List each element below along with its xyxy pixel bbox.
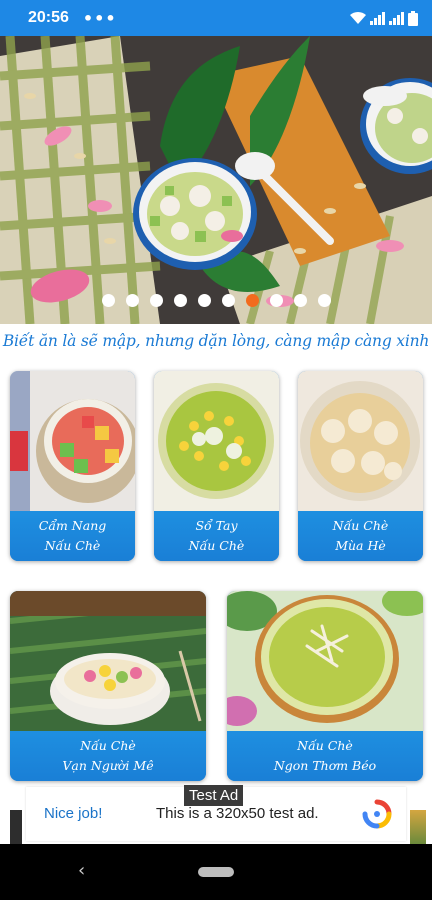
- card-label: Cẩm Nang Nấu Chè: [10, 511, 135, 561]
- card-image: [227, 591, 423, 731]
- carousel-indicators: [0, 294, 432, 307]
- card-nau-che-mua-he[interactable]: Nấu Chè Mùa Hè: [298, 371, 423, 561]
- carousel-dot[interactable]: [197, 294, 211, 307]
- status-bar: 20:56 •••: [0, 0, 432, 36]
- card-nau-che-van-nguoi-me[interactable]: Nấu Chè Vạn Người Mê: [10, 591, 206, 781]
- card-label-line2: Mùa Hè: [335, 538, 386, 553]
- ad-text: This is a 320x50 test ad.: [156, 805, 319, 822]
- carousel-dot[interactable]: [149, 294, 163, 307]
- test-ad-badge: Test Ad: [184, 785, 244, 806]
- back-button[interactable]: ‹: [78, 860, 85, 881]
- card-label-line1: Nấu Chè: [332, 518, 389, 533]
- signal-icon: [389, 12, 404, 25]
- carousel-dot[interactable]: [101, 294, 115, 307]
- card-label: Nấu Chè Vạn Người Mê: [10, 731, 206, 781]
- notification-dots: •••: [82, 8, 117, 28]
- card-label-line1: Sổ Tay: [195, 518, 238, 533]
- card-image: [154, 371, 279, 511]
- carousel-dot-active[interactable]: [245, 294, 259, 307]
- card-label: Sổ Tay Nấu Chè: [154, 511, 279, 561]
- card-label-line1: Nấu Chè: [297, 738, 353, 753]
- home-pill[interactable]: [198, 867, 234, 877]
- app-screen: 20:56 ••• Biết ăn là sẽ mập, nhưng dặn l…: [0, 0, 432, 900]
- card-image: [10, 371, 135, 511]
- next-card-peek: [410, 810, 426, 844]
- battery-icon: [408, 10, 418, 26]
- card-image: [298, 371, 423, 511]
- admob-logo-icon: [362, 799, 392, 829]
- status-time: 20:56: [28, 9, 69, 26]
- card-cam-nang-nau-che[interactable]: Cẩm Nang Nấu Chè: [10, 371, 135, 561]
- ad-nice-job: Nice job!: [44, 805, 103, 822]
- card-so-tay-nau-che[interactable]: Sổ Tay Nấu Chè: [154, 371, 279, 561]
- carousel-dot[interactable]: [125, 294, 139, 307]
- card-label-line2: Ngon Thơm Béo: [273, 758, 377, 773]
- next-card-peek: [10, 810, 22, 844]
- carousel-dot[interactable]: [269, 294, 283, 307]
- banner-carousel[interactable]: [0, 36, 432, 324]
- system-navigation-bar: ‹: [0, 844, 432, 900]
- card-label-line1: Nấu Chè: [80, 738, 136, 753]
- carousel-dot[interactable]: [221, 294, 235, 307]
- card-label-line2: Nấu Chè: [44, 538, 101, 553]
- tagline: Biết ăn là sẽ mập, nhưng dặn lòng, càng …: [2, 332, 430, 350]
- card-image: [10, 591, 206, 731]
- card-label-line2: Vạn Người Mê: [62, 758, 154, 773]
- carousel-dot[interactable]: [317, 294, 331, 307]
- status-icons: [349, 10, 418, 26]
- card-label: Nấu Chè Ngon Thơm Béo: [227, 731, 423, 781]
- card-label-line1: Cẩm Nang: [38, 518, 107, 533]
- signal-icon: [370, 12, 385, 25]
- carousel-dot[interactable]: [173, 294, 187, 307]
- card-label: Nấu Chè Mùa Hè: [298, 511, 423, 561]
- banner-image: [0, 36, 432, 324]
- card-nau-che-ngon-thom-beo[interactable]: Nấu Chè Ngon Thơm Béo: [227, 591, 423, 781]
- card-label-line2: Nấu Chè: [188, 538, 245, 553]
- wifi-icon: [350, 11, 366, 24]
- carousel-dot[interactable]: [293, 294, 307, 307]
